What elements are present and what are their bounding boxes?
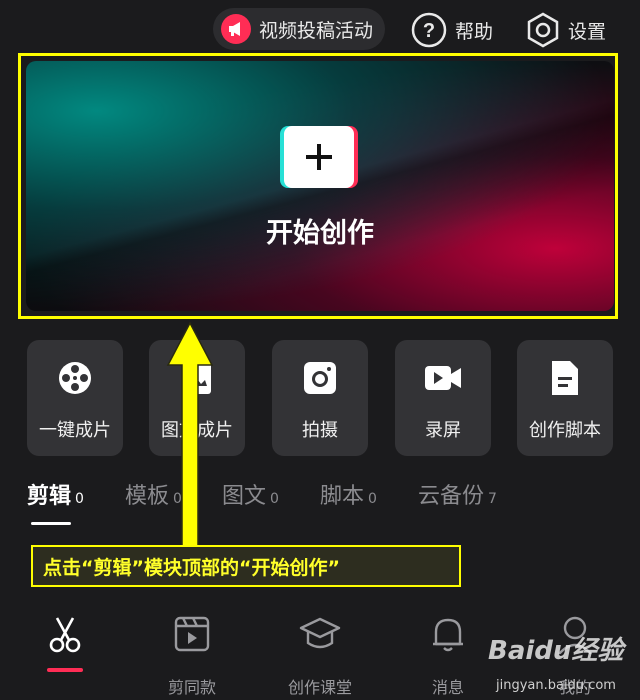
nav-label: 剪同款 (167, 678, 216, 697)
scissors-icon (10, 612, 120, 656)
tab-label: 模板 (125, 484, 170, 509)
graduation-cap-icon (265, 612, 375, 656)
script-doc-icon (517, 358, 613, 398)
creation-script-button[interactable]: 创作脚本 (517, 340, 613, 456)
highlight-frame (18, 53, 618, 319)
tab-label: 云备份 (418, 484, 485, 509)
film-reel-icon (27, 358, 123, 398)
one-click-video-button[interactable]: 一键成片 (27, 340, 123, 456)
tool-label: 一键成片 (39, 420, 111, 441)
video-submission-button[interactable]: 视频投稿活动 (213, 8, 385, 50)
tool-label: 创作脚本 (529, 420, 601, 441)
tab-count: 0 (368, 491, 377, 507)
tab-script[interactable]: 脚本 0 (320, 478, 377, 510)
nav-label: 消息 (431, 678, 464, 697)
tab-label: 剪辑 (27, 484, 72, 509)
help-label: 帮助 (455, 20, 494, 43)
active-nav-indicator (47, 668, 83, 672)
nav-creator-class[interactable]: 创作课堂 (265, 612, 375, 697)
watermark-url: jingyan.baidu.com (496, 678, 616, 693)
annotation-callout: 点击“剪辑”模块顶部的“开始创作” (31, 545, 461, 587)
screen-record-button[interactable]: 录屏 (395, 340, 491, 456)
tab-cloud-backup[interactable]: 云备份 7 (418, 478, 497, 510)
clapperboard-icon (137, 612, 247, 656)
tab-image-text[interactable]: 图文 0 (222, 478, 279, 510)
tab-edit[interactable]: 剪辑 0 (27, 478, 84, 510)
promo-label: 视频投稿活动 (259, 19, 374, 42)
help-icon: ? (411, 12, 447, 48)
annotation-arrow-icon (166, 321, 214, 549)
gear-icon (527, 12, 559, 48)
tab-label: 图文 (222, 484, 267, 509)
callout-text: 点击“剪辑”模块顶部的“开始创作” (43, 556, 340, 579)
tool-shortcuts: 一键成片 图文成片 拍摄 录屏 创作脚本 (0, 340, 640, 456)
watermark-brand: Baidu经验 (488, 636, 624, 666)
tool-label: 拍摄 (302, 420, 338, 441)
tool-label: 录屏 (425, 420, 461, 441)
nav-same-style[interactable]: 剪同款 (137, 612, 247, 697)
settings-label: 设置 (568, 20, 607, 43)
baidu-watermark: Baidu经验 jingyan.baidu.com (488, 626, 640, 698)
nav-messages[interactable]: 消息 (393, 612, 503, 697)
tab-label: 脚本 (320, 484, 365, 509)
tab-count: 0 (270, 491, 279, 507)
tab-count: 7 (488, 491, 497, 507)
project-tabs: 剪辑 0 模板 0 图文 0 脚本 0 云备份 7 (0, 478, 640, 528)
tab-count: 0 (75, 491, 84, 507)
nav-edit[interactable] (10, 612, 120, 692)
shoot-button[interactable]: 拍摄 (272, 340, 368, 456)
bell-icon (393, 612, 503, 656)
settings-button[interactable]: 设置 (526, 10, 606, 50)
active-tab-indicator (31, 522, 71, 525)
top-bar: 视频投稿活动 ? 帮助 设置 (0, 0, 640, 56)
nav-label: 创作课堂 (287, 678, 352, 697)
video-record-icon (395, 358, 491, 398)
svg-text:?: ? (423, 20, 435, 42)
help-button[interactable]: ? 帮助 (411, 10, 493, 50)
camera-icon (272, 358, 368, 398)
megaphone-icon (221, 14, 251, 44)
